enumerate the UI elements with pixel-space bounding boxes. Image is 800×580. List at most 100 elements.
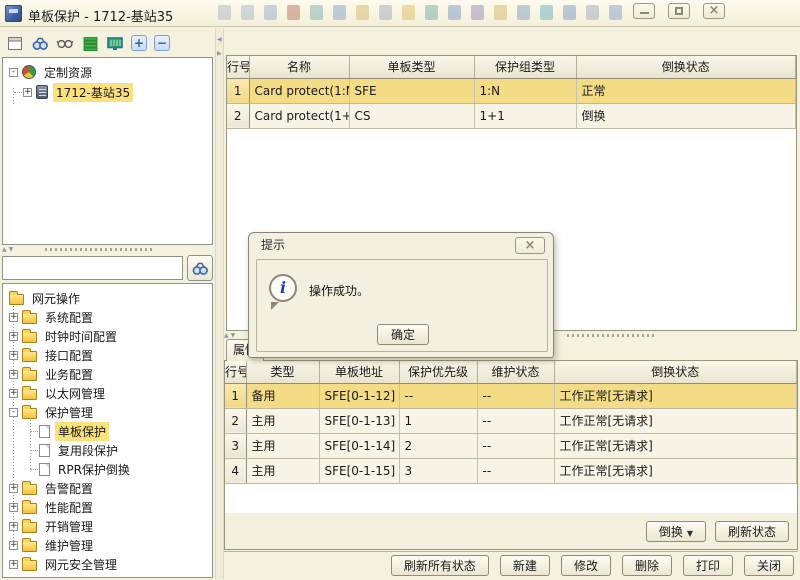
dialog-body: 操作成功。 确定 (256, 259, 548, 352)
dialog-ok-button[interactable]: 确定 (377, 324, 429, 345)
refresh-all-status-button[interactable]: 刷新所有状态 (391, 555, 489, 576)
expand-expander-icon[interactable]: + (9, 370, 18, 379)
table-cell: 工作正常[无请求] (554, 458, 797, 483)
table-row[interactable]: 2 主用 SFE[0-1-13] 1 -- 工作正常[无请求] (225, 408, 797, 433)
tree-item-protection-mgmt[interactable]: - 保护管理 (3, 403, 212, 422)
document-icon (39, 444, 50, 457)
tree-item-custom-resources[interactable]: - 定制资源 (3, 62, 212, 82)
folder-icon (22, 560, 37, 571)
expand-expander-icon[interactable]: + (9, 522, 18, 531)
table-row[interactable]: 4 主用 SFE[0-1-15] 3 -- 工作正常[无请求] (225, 458, 797, 483)
expand-all-icon[interactable] (131, 35, 147, 51)
left-horizontal-splitter[interactable]: ▲ ▼ (2, 245, 213, 254)
splitter-left-arrow-icon[interactable]: ◀ (217, 36, 222, 43)
tree-item-maintenance-mgmt[interactable]: + 维护管理 (3, 536, 212, 555)
column-header[interactable]: 单板类型 (349, 56, 474, 78)
tree-item-ne-security-mgmt[interactable]: + 网元安全管理 (3, 555, 212, 574)
expand-expander-icon[interactable]: + (9, 484, 18, 493)
table-cell: -- (477, 433, 554, 458)
print-button[interactable]: 打印 (683, 555, 733, 576)
tree-item-ne-operations[interactable]: 网元操作 (3, 289, 212, 308)
protection-group-table[interactable]: 行号 名称 单板类型 保护组类型 倒换状态 1 Card protect(1:N… (227, 56, 796, 129)
table-cell: SFE (349, 78, 474, 103)
dialog-close-button[interactable] (515, 237, 545, 254)
column-header[interactable]: 名称 (249, 56, 349, 78)
minimize-button[interactable] (633, 3, 655, 19)
board-view-icon[interactable] (106, 34, 124, 52)
vertical-splitter[interactable]: ◀ ▶ (215, 28, 224, 579)
folder-icon (22, 503, 37, 514)
tree-item-system-config[interactable]: + 系统配置 (3, 308, 212, 327)
table-cell: 备用 (246, 383, 319, 408)
new-button[interactable]: 新建 (500, 555, 550, 576)
column-header[interactable]: 维护状态 (477, 361, 554, 383)
expand-expander-icon[interactable]: + (9, 503, 18, 512)
column-header[interactable]: 保护组类型 (474, 56, 576, 78)
maximize-button[interactable] (668, 3, 690, 19)
tree-item-board-protection[interactable]: 单板保护 (3, 422, 212, 441)
column-header[interactable]: 类型 (246, 361, 319, 383)
splitter-up-arrow-icon[interactable]: ▲ (2, 246, 7, 254)
expand-expander-icon[interactable]: + (9, 389, 18, 398)
table-row[interactable]: 1 Card protect(1:N)_1 SFE 1:N 正常 (227, 78, 796, 103)
minimize-icon (640, 8, 649, 14)
tree-item-ne-1712[interactable]: + 1712-基站35 (3, 82, 212, 102)
splitter-right-arrow-icon[interactable]: ▶ (217, 50, 222, 57)
modify-button[interactable]: 修改 (561, 555, 611, 576)
expand-expander-icon[interactable]: + (9, 313, 18, 322)
properties-table[interactable]: 行号 类型 单板地址 保护优先级 维护状态 倒换状态 1 备用 SFE[0-1-… (225, 361, 797, 484)
tree-item-alarm-config[interactable]: + 告警配置 (3, 479, 212, 498)
expand-expander-icon[interactable]: + (9, 332, 18, 341)
refresh-status-button[interactable]: 刷新状态 (715, 521, 789, 542)
dialog-message: 操作成功。 (309, 282, 369, 299)
table-cell: -- (477, 383, 554, 408)
resource-tree: - 定制资源 + 1712-基站35 (2, 57, 213, 245)
tree-item-label: 1712-基站35 (53, 83, 133, 102)
close-window-button[interactable] (703, 3, 725, 19)
binoculars-icon[interactable] (31, 34, 49, 52)
switch-button[interactable]: 倒换▼ (646, 521, 706, 542)
search-button[interactable] (187, 255, 213, 281)
tree-item-rpr-protection[interactable]: RPR保护倒换 (3, 460, 212, 479)
expand-expander-icon[interactable]: + (9, 351, 18, 360)
column-header[interactable]: 倒换状态 (576, 56, 796, 78)
tree-item-interface-config[interactable]: + 接口配置 (3, 346, 212, 365)
tree-item-ms-protection[interactable]: 复用段保护 (3, 441, 212, 460)
column-header[interactable]: 行号 (227, 56, 249, 78)
collapse-all-icon[interactable] (154, 35, 170, 51)
expand-expander-icon[interactable]: + (23, 88, 32, 97)
expand-expander-icon[interactable]: + (9, 541, 18, 550)
tree-item-label: 接口配置 (42, 346, 96, 365)
folder-icon (22, 332, 37, 343)
column-header[interactable]: 单板地址 (319, 361, 399, 383)
column-header[interactable]: 保护优先级 (399, 361, 477, 383)
column-header[interactable]: 倒换状态 (554, 361, 797, 383)
dialog-title: 提示 (249, 233, 553, 257)
tree-item-overhead-mgmt[interactable]: + 开销管理 (3, 517, 212, 536)
splitter-down-arrow-icon[interactable]: ▼ (9, 246, 14, 254)
splitter-grip (567, 334, 657, 337)
tree-item-label: RPR保护倒换 (55, 460, 133, 479)
new-view-icon[interactable] (6, 34, 24, 52)
collapse-expander-icon[interactable]: - (9, 68, 18, 77)
collapse-expander-icon[interactable]: - (9, 408, 18, 417)
tree-item-ethernet-mgmt[interactable]: + 以太网管理 (3, 384, 212, 403)
list-view-icon[interactable] (81, 34, 99, 52)
table-row[interactable]: 1 备用 SFE[0-1-12] -- -- 工作正常[无请求] (225, 383, 797, 408)
binoculars-icon (191, 260, 209, 277)
table-row[interactable]: 3 主用 SFE[0-1-14] 2 -- 工作正常[无请求] (225, 433, 797, 458)
delete-button[interactable]: 删除 (622, 555, 672, 576)
column-header[interactable]: 行号 (225, 361, 246, 383)
background-toolbar-icons (218, 5, 622, 20)
title-bar[interactable]: 单板保护 - 1712-基站35 (0, 0, 800, 27)
tree-item-service-config[interactable]: + 业务配置 (3, 365, 212, 384)
table-row[interactable]: 2 Card protect(1+1)_68096 CS 1+1 倒换 (227, 103, 796, 128)
resources-globe-icon (22, 65, 36, 79)
tree-item-label: 时钟时间配置 (42, 327, 120, 346)
tree-item-performance-config[interactable]: + 性能配置 (3, 498, 212, 517)
expand-expander-icon[interactable]: + (9, 560, 18, 569)
tree-item-clock-time-config[interactable]: + 时钟时间配置 (3, 327, 212, 346)
search-input[interactable] (2, 256, 183, 280)
close-button[interactable]: 关闭 (744, 555, 794, 576)
glasses-icon[interactable] (56, 34, 74, 52)
